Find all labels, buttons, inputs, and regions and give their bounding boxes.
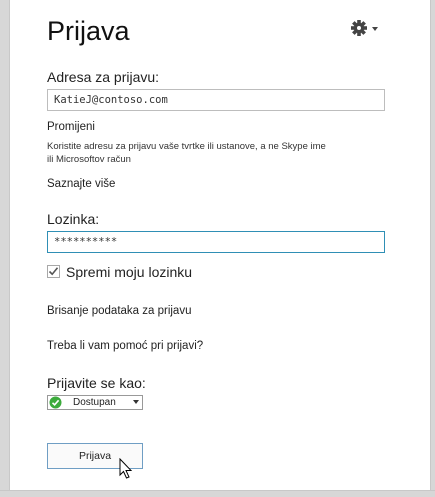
presence-status-select[interactable]: Dostupan — [47, 395, 143, 410]
sign-in-as-label: Prijavite se kao: — [47, 375, 146, 391]
window-left-border — [0, 0, 10, 497]
checkmark-icon — [48, 267, 59, 276]
delete-signin-info-link[interactable]: Brisanje podataka za prijavu — [47, 305, 191, 317]
signin-help-link[interactable]: Treba li vam pomoć pri prijavi? — [47, 340, 203, 352]
password-input[interactable] — [47, 231, 385, 253]
signin-address-label: Adresa za prijavu: — [47, 69, 160, 85]
change-link[interactable]: Promijeni — [47, 121, 95, 133]
save-password-label: Spremi moju lozinku — [66, 264, 193, 280]
mouse-cursor-icon — [119, 458, 133, 479]
password-label: Lozinka: — [47, 211, 100, 227]
help-text-line1: Koristite adresu za prijavu vaše tvrtke … — [47, 141, 326, 152]
page-title: Prijava — [47, 16, 130, 46]
learn-more-link[interactable]: Saznajte više — [47, 178, 115, 190]
window-bottom-border — [0, 490, 435, 497]
gear-icon — [351, 20, 378, 36]
help-text-line2: ili Microsoftov račun — [47, 154, 131, 165]
available-status-icon — [49, 396, 62, 409]
signin-address-input[interactable] — [47, 89, 385, 111]
chevron-down-icon — [372, 27, 378, 31]
options-menu-button[interactable] — [350, 18, 380, 38]
presence-status-value: Dostupan — [73, 397, 116, 408]
save-password-checkbox[interactable] — [47, 265, 60, 278]
window-right-border — [430, 0, 435, 497]
dropdown-caret-icon — [133, 400, 139, 404]
